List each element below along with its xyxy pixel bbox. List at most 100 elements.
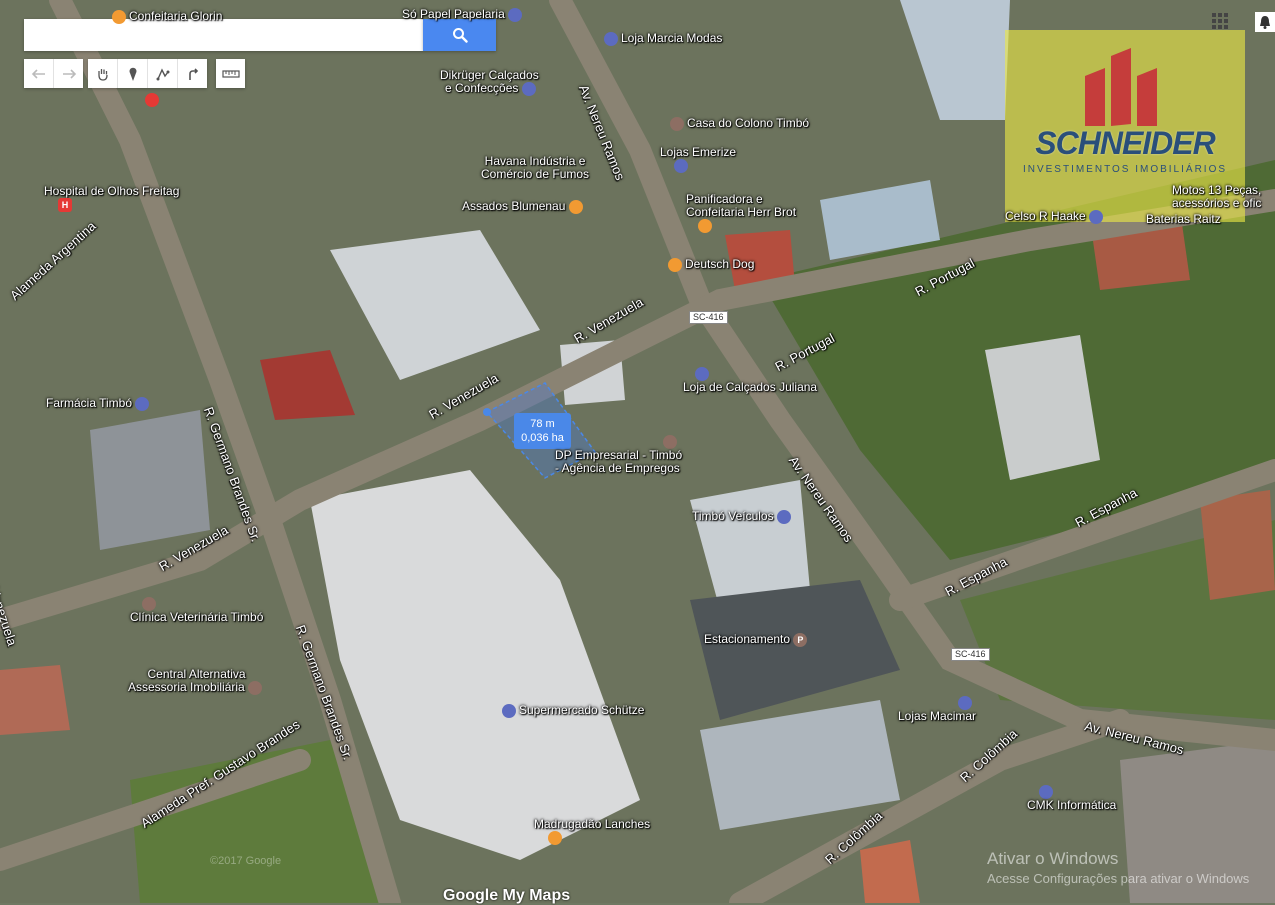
place-label: Timbó Veículos [692, 509, 774, 524]
food-icon [568, 200, 583, 214]
parking-icon: P [793, 633, 808, 647]
food-icon [112, 10, 126, 24]
shopping-bag-icon [508, 8, 523, 22]
place-label: Loja Marcia Modas [621, 31, 723, 46]
place-so-papel[interactable]: Só Papel Papelaria [402, 8, 525, 22]
place-confeitaria[interactable]: Confeitaria Glorin [112, 10, 222, 24]
place-casa-colono[interactable]: Casa do Colono Timbó [670, 117, 809, 131]
search-button[interactable] [423, 19, 496, 51]
shopping-bag-icon [958, 696, 972, 710]
place-label: e Confecções [444, 81, 519, 96]
place-clinica[interactable]: Clínica Veterinária Timbó [130, 597, 263, 624]
route-shield: SC-416 [689, 311, 728, 324]
tools-toolbar [88, 59, 207, 88]
place-lojas-macimar[interactable]: Lojas Macimar [898, 696, 976, 723]
place-icon [248, 681, 263, 695]
place-dikruger[interactable]: Dikrüger Calçados e Confecções [440, 69, 539, 96]
place-label: Só Papel Papelaria [402, 7, 505, 22]
draw-line-icon [156, 67, 169, 80]
ruler-tool-button[interactable] [216, 59, 245, 88]
place-estacionamento[interactable]: Estacionamento P [704, 633, 810, 647]
logo-tagline: INVESTIMENTOS IMOBILIÁRIOS [1022, 164, 1228, 175]
activate-title: Ativar o Windows [987, 849, 1119, 868]
place-label: Assessoria Imobiliária [128, 680, 245, 695]
place-loja-calcados[interactable]: Loja de Calçados Juliana [683, 367, 817, 394]
place-cmk[interactable]: CMK Informática [1027, 785, 1116, 812]
place-dp-empresarial[interactable]: DP Empresarial - Timbó - Agência de Empre… [555, 435, 682, 475]
place-panificadora[interactable]: Panificadora e Confeitaria Herr Brot [686, 193, 796, 233]
draw-line-tool-button[interactable] [148, 59, 178, 88]
place-farmacia[interactable]: Farmácia Timbó [46, 397, 152, 411]
undo-button[interactable] [24, 59, 54, 88]
food-icon [548, 831, 562, 845]
history-toolbar [24, 59, 83, 88]
place-label: Confeitaria Herr Brot [686, 205, 797, 219]
food-icon [668, 258, 682, 272]
place-icon [663, 435, 677, 449]
place-supermercado[interactable]: Supermercado Schütze [502, 704, 644, 718]
place-icon [670, 117, 684, 131]
place-label: Supermercado Schütze [519, 703, 645, 718]
place-havana[interactable]: Havana Indústria e Comércio de Fumos [481, 155, 589, 181]
undo-icon [31, 68, 45, 79]
place-deutsch-dog[interactable]: Deutsch Dog [668, 258, 754, 272]
food-icon [698, 219, 712, 233]
place-label: Casa do Colono Timbó [687, 116, 810, 131]
place-baterias[interactable]: Baterias Raitz [1146, 213, 1221, 226]
building-roof [0, 665, 70, 735]
map-copyright: ©2017 Google [210, 855, 282, 867]
place-label: CMK Informática [1027, 798, 1117, 812]
notifications-button[interactable] [1255, 12, 1275, 32]
place-icon [142, 597, 156, 611]
place-madrugadao[interactable]: Madrugadão Lanches [534, 818, 650, 845]
shopping-bag-icon [135, 397, 150, 411]
route-shield: SC-416 [951, 648, 990, 661]
place-central-alternativa[interactable]: Central Alternativa Assessoria Imobiliári… [128, 668, 265, 695]
redo-button[interactable] [54, 59, 83, 88]
place-marcia-modas[interactable]: Loja Marcia Modas [604, 32, 722, 46]
ruler-icon [221, 69, 240, 78]
measure-vertex [483, 408, 491, 416]
directions-tool-button[interactable] [178, 59, 207, 88]
place-motos[interactable]: Motos 13 Peças, acessórios e ofic [1172, 184, 1261, 210]
activate-subtitle: Acesse Configurações para ativar o Windo… [987, 871, 1250, 886]
hand-icon [97, 68, 108, 81]
building-roof [860, 840, 920, 903]
search-icon [452, 28, 468, 43]
marker-icon [129, 67, 136, 81]
shopping-bag-icon [674, 159, 688, 173]
shopping-bag-icon [695, 367, 709, 381]
place-lojas-emerize[interactable]: Lojas Emerize [660, 146, 736, 173]
place-timbo-veiculos[interactable]: Timbó Veículos [692, 510, 794, 524]
google-my-maps-logo: Google My Maps [443, 887, 571, 904]
buildings-logo-icon [1085, 48, 1157, 126]
place-label: Baterias Raitz [1146, 212, 1221, 226]
shopping-bag-icon [604, 32, 618, 46]
place-label: Celso R Haake [1005, 209, 1086, 224]
marker-tool-button[interactable] [118, 59, 148, 88]
redo-icon [62, 68, 76, 79]
shield-icon [145, 93, 159, 107]
shopping-bag-icon [502, 704, 516, 718]
bell-icon [1260, 16, 1270, 29]
place-label: Confeitaria Glorin [129, 9, 223, 24]
place-label: Madrugadão Lanches [534, 817, 651, 831]
building-roof [1200, 490, 1275, 600]
shopping-bag-icon [776, 510, 791, 524]
hand-tool-button[interactable] [88, 59, 118, 88]
building-roof [90, 410, 210, 550]
measure-toolbar [216, 59, 245, 88]
place-label: Hospital de Olhos Freitag [44, 184, 180, 198]
place-label: Lojas Macimar [898, 709, 977, 723]
place-label: Lojas Emerize [660, 145, 737, 159]
place-label: Loja de Calçados Juliana [683, 380, 818, 394]
place-celso[interactable]: Celso R Haake [1005, 210, 1106, 224]
place-assados[interactable]: Assados Blumenau [462, 200, 586, 214]
directions-icon [188, 67, 198, 80]
place-label: Assados Blumenau [462, 199, 566, 214]
search-input[interactable] [24, 19, 423, 51]
shopping-bag-icon [521, 82, 536, 96]
logo-name: SCHNEIDER [1035, 125, 1215, 161]
place-label: Clínica Veterinária Timbó [130, 610, 264, 624]
place-hospital[interactable]: Hospital de Olhos Freitag H [44, 185, 179, 212]
